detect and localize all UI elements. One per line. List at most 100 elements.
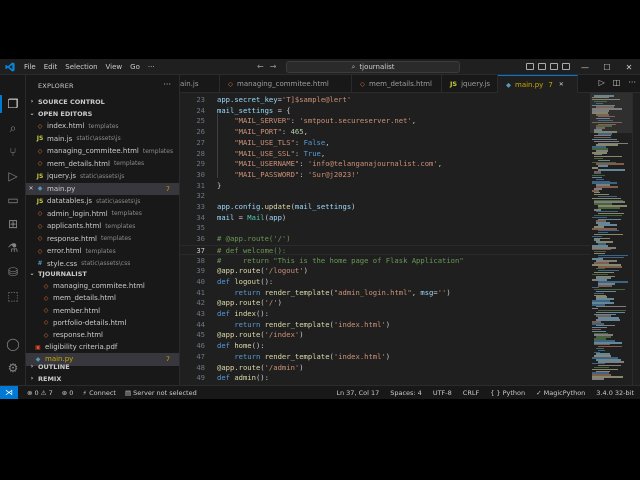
code-line[interactable]: 31} bbox=[180, 181, 590, 192]
section-source-control[interactable]: › SOURCE CONTROL bbox=[26, 96, 179, 107]
docker-icon[interactable]: ⬚ bbox=[6, 289, 20, 303]
settings-gear-icon[interactable]: ⚙ bbox=[6, 361, 20, 375]
minimap[interactable] bbox=[590, 93, 632, 385]
code-line[interactable]: 39 @app.route('/logout') bbox=[180, 266, 590, 277]
vertical-scrollbar[interactable] bbox=[632, 93, 640, 385]
open-editor-item[interactable]: JS datatables.js static\assets\js bbox=[26, 195, 179, 208]
workspace-file-item[interactable]: ◇ member.html bbox=[26, 304, 179, 317]
section-open-editors[interactable]: ⌄ OPEN EDITORS bbox=[26, 108, 179, 119]
code-line[interactable]: 43 def index(): bbox=[180, 309, 590, 320]
split-editor-icon[interactable]: ◫ bbox=[613, 78, 621, 87]
language-mode[interactable]: { } Python bbox=[490, 389, 525, 397]
code-line[interactable]: 49 def admin(): bbox=[180, 373, 590, 384]
workspace-file-item[interactable]: ◇ mem_details.html bbox=[26, 292, 179, 305]
maximize-icon[interactable]: ☐ bbox=[596, 63, 618, 72]
open-editor-item[interactable]: ◇ managing_commitee.html templates bbox=[26, 145, 179, 158]
close-icon[interactable]: ✕ bbox=[618, 63, 640, 72]
workspace-file-item[interactable]: ◇ managing_commitee.html bbox=[26, 280, 179, 293]
problems-indicator[interactable]: ⊗ 0 ⚠ 7 bbox=[27, 389, 53, 397]
code-line[interactable]: 37 # def welcome(): bbox=[180, 244, 590, 256]
run-file-icon[interactable]: ▷ bbox=[599, 78, 605, 87]
encoding[interactable]: UTF-8 bbox=[433, 389, 452, 397]
code-line[interactable]: 41 return render_template("admin_login.h… bbox=[180, 288, 590, 299]
run-debug-icon[interactable]: ▷ bbox=[6, 169, 20, 183]
code-line[interactable]: 35 bbox=[180, 223, 590, 234]
indentation[interactable]: Spaces: 4 bbox=[390, 389, 422, 397]
code-editor[interactable]: 23 app.secret_key='T]$sample@lert' 24 mail_… bbox=[180, 93, 590, 385]
editor-tab[interactable]: ◇ mem_details.html bbox=[352, 75, 442, 93]
menu-item[interactable]: File bbox=[24, 63, 36, 71]
open-editor-item[interactable]: ◇ index.html templates bbox=[26, 120, 179, 133]
code-line[interactable]: 47 return render_template('index.html') bbox=[180, 352, 590, 363]
code-line[interactable]: 33 app.config.update(mail_settings) bbox=[180, 202, 590, 213]
section-remix[interactable]: › REMIX bbox=[26, 373, 179, 384]
code-line[interactable]: 24 mail_settings = { bbox=[180, 106, 590, 117]
code-line[interactable]: 36 # @app.route('/') bbox=[180, 234, 590, 245]
source-control-icon[interactable]: ⑂ bbox=[6, 145, 20, 159]
cursor-position[interactable]: Ln 37, Col 17 bbox=[336, 389, 379, 397]
menu-item[interactable]: Edit bbox=[44, 63, 58, 71]
code-line[interactable]: 32 bbox=[180, 191, 590, 202]
editor-tab[interactable]: ain.js bbox=[180, 75, 220, 93]
code-line[interactable]: 25 "MAIL_SERVER": 'smtpout.secureserver.… bbox=[180, 116, 590, 127]
remote-explorer-icon[interactable]: ▭ bbox=[6, 193, 20, 207]
code-line[interactable]: 38 # return "This is the home page of Fla… bbox=[180, 256, 590, 267]
back-arrow-icon[interactable]: ← bbox=[257, 62, 264, 71]
editor-tab[interactable]: ◇ managing_commitee.html bbox=[220, 75, 352, 93]
editor-tab[interactable]: JS jquery.js bbox=[442, 75, 498, 93]
workspace-file-item[interactable]: ▣ eligibility criteria.pdf bbox=[26, 341, 179, 354]
menu-item[interactable]: View bbox=[106, 63, 123, 71]
code-line[interactable]: 46 def home(): bbox=[180, 341, 590, 352]
open-editor-item[interactable]: JS main.js static\assets\js bbox=[26, 133, 179, 146]
code-line[interactable]: 29 "MAIL_USERNAME": 'info@telanganajourn… bbox=[180, 159, 590, 170]
code-line[interactable]: 27 "MAIL_USE_TLS": False, bbox=[180, 138, 590, 149]
extension-status[interactable]: ✓ MagicPython bbox=[536, 389, 585, 397]
customize-layout-icon[interactable] bbox=[562, 63, 570, 70]
code-line[interactable]: 23 app.secret_key='T]$sample@lert' bbox=[180, 95, 590, 106]
forward-arrow-icon[interactable]: → bbox=[270, 62, 277, 71]
section-workspace[interactable]: ⌄ TJOURNALIST bbox=[26, 268, 179, 279]
minimize-icon[interactable]: — bbox=[574, 63, 596, 72]
open-editor-item[interactable]: JS jquery.js static\assets\js bbox=[26, 170, 179, 183]
code-line[interactable]: 30 "MAIL_PASSWORD": 'Sur@j2023!' bbox=[180, 170, 590, 181]
account-icon[interactable]: ◯ bbox=[6, 337, 20, 351]
code-line[interactable]: 42 @app.route('/') bbox=[180, 298, 590, 309]
testing-icon[interactable]: ⚗ bbox=[6, 241, 20, 255]
more-actions-icon[interactable]: ··· bbox=[628, 78, 636, 87]
menu-item[interactable]: Selection bbox=[65, 63, 97, 71]
code-line[interactable]: 26 "MAIL_PORT": 465, bbox=[180, 127, 590, 138]
open-editor-item[interactable]: ◇ admin_login.html templates bbox=[26, 208, 179, 221]
workspace-file-item[interactable]: ◇ response.html bbox=[26, 329, 179, 342]
open-editor-item[interactable]: ◇ error.html templates bbox=[26, 245, 179, 258]
explorer-icon[interactable]: ❐ bbox=[6, 97, 20, 111]
command-center-search[interactable]: ⌕ tjournalist bbox=[286, 61, 460, 73]
python-interpreter[interactable]: 3.4.0 32-bit bbox=[596, 389, 634, 397]
search-icon[interactable]: ⌕ bbox=[6, 121, 20, 135]
ports-indicator[interactable]: ⊛ 0 bbox=[62, 389, 74, 397]
code-line[interactable]: 40 def logout(): bbox=[180, 277, 590, 288]
close-icon[interactable]: ✕ bbox=[26, 185, 36, 192]
connect-button[interactable]: ⚡ Connect bbox=[82, 389, 116, 397]
workspace-file-item[interactable]: ◇ portfolio-details.html bbox=[26, 317, 179, 330]
code-line[interactable]: 28 "MAIL_USE_SSL": True, bbox=[180, 149, 590, 160]
menu-item[interactable]: ··· bbox=[148, 63, 155, 71]
code-line[interactable]: 45 @app.route('/index') bbox=[180, 330, 590, 341]
section-outline[interactable]: › OUTLINE bbox=[26, 361, 179, 372]
toggle-secondary-sidebar-icon[interactable] bbox=[550, 63, 558, 70]
open-editor-item[interactable]: ◇ applicants.html templates bbox=[26, 220, 179, 233]
remote-indicator-icon[interactable]: ⋊ bbox=[0, 386, 18, 399]
menu-item[interactable]: Go bbox=[130, 63, 140, 71]
minimap-slider[interactable] bbox=[590, 93, 632, 133]
toggle-panel-icon[interactable] bbox=[538, 63, 546, 70]
end-of-line[interactable]: CRLF bbox=[463, 389, 479, 397]
more-actions-icon[interactable]: ··· bbox=[163, 80, 171, 89]
open-editor-item[interactable]: ◇ response.html templates bbox=[26, 233, 179, 246]
open-editor-item[interactable]: ◇ mem_details.html templates bbox=[26, 158, 179, 171]
code-line[interactable]: 34 mail = Mail(app) bbox=[180, 213, 590, 224]
close-icon[interactable]: ✕ bbox=[559, 81, 564, 88]
toggle-sidebar-icon[interactable] bbox=[526, 63, 534, 70]
code-line[interactable]: 44 return render_template('index.html') bbox=[180, 320, 590, 331]
extensions-icon[interactable]: ⊞ bbox=[6, 217, 20, 231]
database-icon[interactable]: ⛁ bbox=[6, 265, 20, 279]
editor-tab[interactable]: ◆ main.py 7 ✕ bbox=[498, 75, 578, 93]
